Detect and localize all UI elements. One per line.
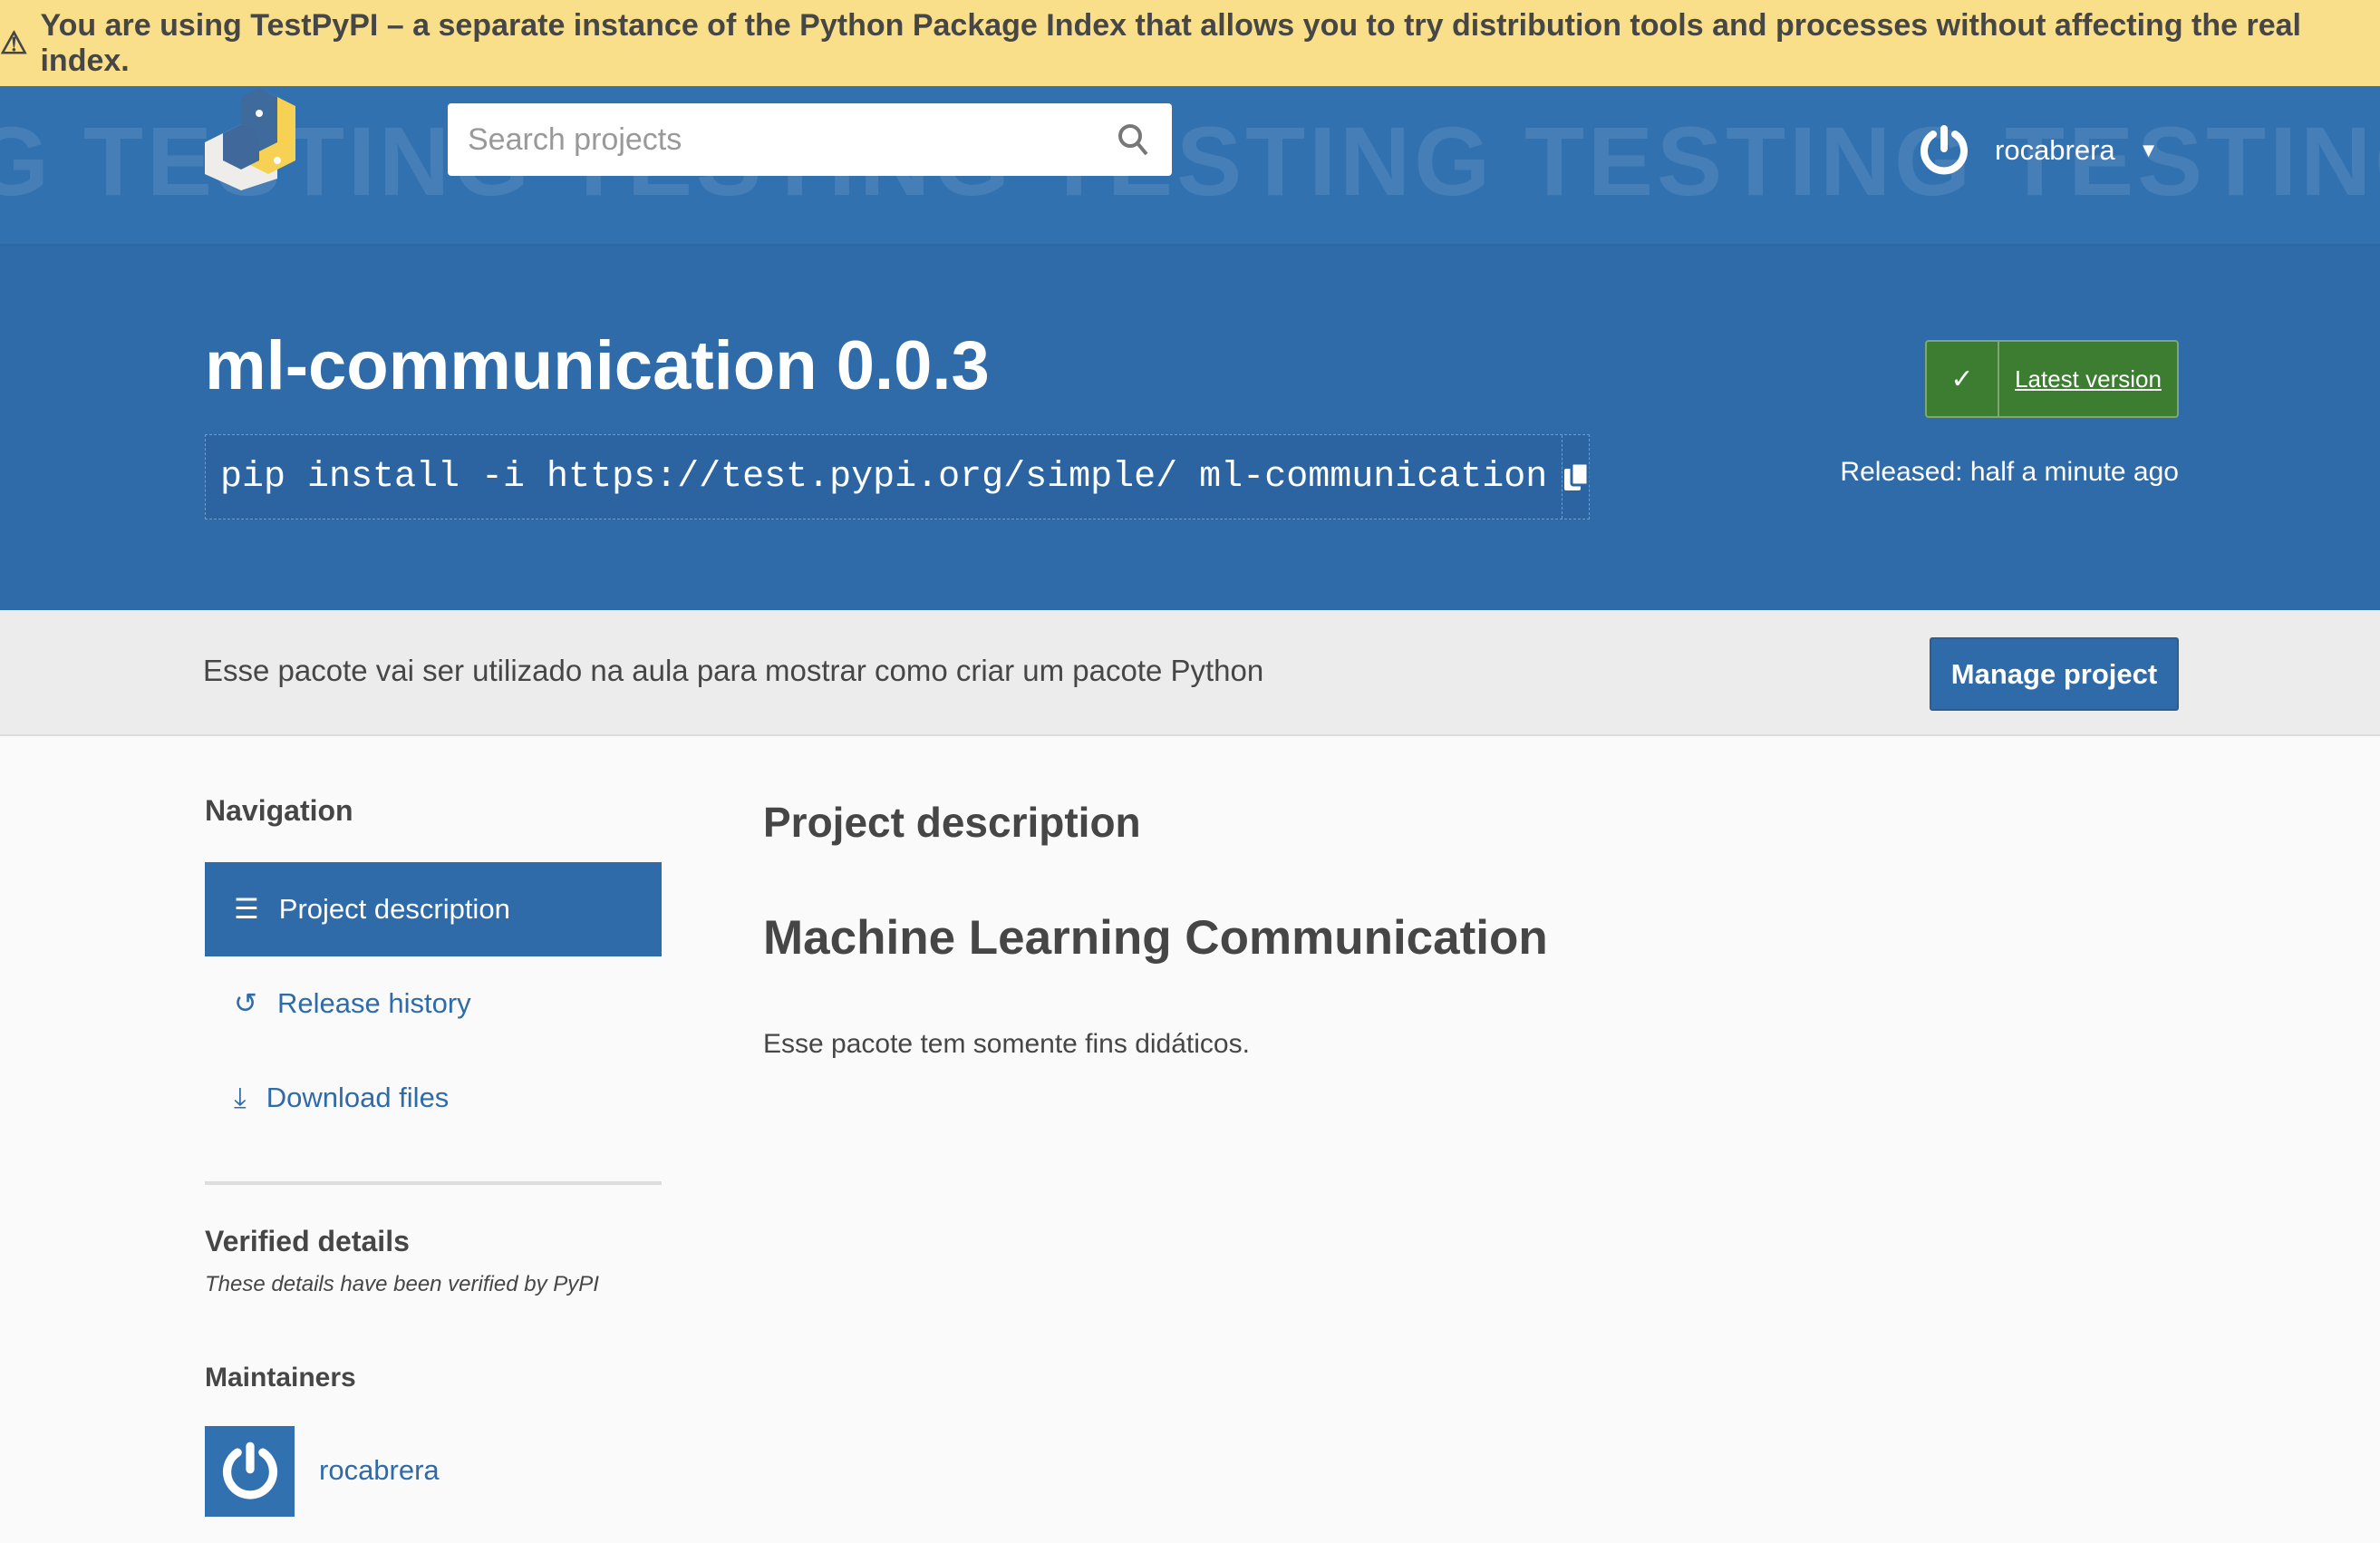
nav-release-history[interactable]: ↺ Release history bbox=[205, 956, 662, 1051]
package-summary-bar: Esse pacote vai ser utilizado na aula pa… bbox=[0, 610, 2380, 736]
pypi-logo[interactable] bbox=[205, 88, 323, 190]
download-icon: ⤓ bbox=[234, 1081, 247, 1113]
sidebar-divider bbox=[205, 1181, 662, 1185]
check-icon: ✓ bbox=[1927, 342, 1999, 416]
warning-icon: ⚠ bbox=[0, 25, 28, 61]
user-avatar-icon bbox=[1920, 125, 1968, 175]
release-date: Released: half a minute ago bbox=[1840, 457, 2179, 487]
banner-text: You are using TestPyPI – a separate inst… bbox=[40, 7, 2301, 78]
copy-button[interactable] bbox=[1562, 435, 1590, 519]
nav-project-description[interactable]: ☰ Project description bbox=[205, 862, 662, 956]
package-title: ml-communication 0.0.3 bbox=[205, 327, 990, 404]
readme-body: Esse pacote tem somente fins didáticos. bbox=[763, 1029, 1250, 1059]
site-header: G TESTING TESTING TESTING TESTING TESTIN… bbox=[0, 86, 2380, 247]
nav-download-files[interactable]: ⤓ Download files bbox=[205, 1051, 662, 1145]
package-summary: Esse pacote vai ser utilizado na aula pa… bbox=[203, 654, 1264, 687]
search-placeholder: Search projects bbox=[468, 121, 682, 157]
pip-command: pip install -i https://test.pypi.org/sim… bbox=[205, 434, 1590, 519]
nav-label: Project description bbox=[278, 893, 510, 925]
project-description-heading: Project description bbox=[763, 799, 1141, 846]
chevron-down-icon: ▼ bbox=[2138, 139, 2159, 161]
readme-title: Machine Learning Communication bbox=[763, 911, 1548, 965]
maintainer-link[interactable]: rocabrera bbox=[319, 1454, 440, 1487]
username: rocabrera bbox=[1995, 134, 2115, 166]
latest-version-link[interactable]: Latest version bbox=[1999, 342, 2177, 416]
avatar-icon bbox=[222, 1441, 277, 1499]
latest-version-badge[interactable]: ✓ Latest version bbox=[1925, 340, 2179, 418]
manage-project-button[interactable]: Manage project bbox=[1930, 637, 2179, 711]
maintainer-avatar[interactable] bbox=[205, 1426, 295, 1517]
history-icon: ↺ bbox=[234, 987, 257, 1019]
search-input[interactable]: Search projects bbox=[448, 103, 1172, 176]
verified-details-heading: Verified details bbox=[205, 1225, 410, 1257]
search-icon[interactable] bbox=[1116, 121, 1152, 158]
copy-icon bbox=[1564, 461, 1590, 490]
package-header: ml-communication 0.0.3 pip install -i ht… bbox=[0, 247, 2380, 610]
pip-command-text: pip install -i https://test.pypi.org/sim… bbox=[220, 456, 1548, 498]
nav-label: Download files bbox=[266, 1082, 450, 1113]
user-menu[interactable]: rocabrera ▼ bbox=[1917, 121, 2158, 180]
nav-label: Release history bbox=[276, 987, 471, 1019]
testpypi-warning-banner: ⚠ You are using TestPyPI – a separate in… bbox=[0, 0, 2380, 86]
maintainers-heading: Maintainers bbox=[205, 1363, 356, 1393]
align-left-icon: ☰ bbox=[234, 893, 259, 925]
navigation-heading: Navigation bbox=[205, 794, 353, 827]
verified-note: These details have been verified by PyPI bbox=[205, 1272, 599, 1296]
